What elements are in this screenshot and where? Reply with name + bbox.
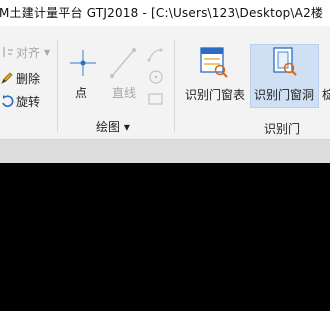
delete-label: 删除 [16,71,41,86]
door-table-icon [200,47,228,78]
drawing-canvas[interactable] [0,163,330,311]
align-icon [0,45,14,59]
arc-button[interactable] [146,46,166,64]
tab-strip [0,140,330,163]
door-hole-icon [273,47,297,76]
separator [57,40,58,132]
rotate-button[interactable]: 旋转 [0,91,40,111]
ribbon-toolbar: 对齐 ▼ 删除 旋转 点 直线 绘图 ▾ 识别门窗表 识别门窗洞 椗 识别门 [0,26,330,140]
rotate-icon [0,94,14,108]
line-label: 直线 [112,86,137,100]
circle-button[interactable] [146,68,166,86]
pencil-icon [0,71,14,85]
door-table-label: 识别门窗表 [185,88,246,102]
identify-door-table-button[interactable]: 识别门窗表 [182,44,248,108]
identify-door-hole-button[interactable]: 识别门窗洞 [251,44,319,108]
chevron-down-icon: ▼ [44,47,51,57]
title-bar: M土建计量平台 GTJ2018 - [C:\Users\123\Desktop\… [0,0,330,26]
rotate-label: 旋转 [16,94,41,109]
align-button[interactable]: 对齐 ▼ [0,42,50,62]
point-label: 点 [75,86,88,100]
line-icon [110,48,136,78]
window-title: M土建计量平台 GTJ2018 - [C:\Users\123\Desktop\… [0,6,324,20]
line-button[interactable]: 直线 [104,44,144,104]
arc-icon [147,48,163,62]
door-hole-label: 识别门窗洞 [254,88,315,102]
point-button[interactable]: 点 [64,44,102,104]
cutoff-button-label[interactable]: 椗 [322,86,330,103]
circle-icon [149,70,163,84]
rectangle-button[interactable] [146,90,166,108]
separator [174,40,175,132]
identify-door-group-label: 识别门 [264,122,301,136]
draw-group-label[interactable]: 绘图 ▾ [96,118,130,135]
delete-button[interactable]: 删除 [0,68,40,88]
point-icon [70,50,96,76]
align-label: 对齐 [16,45,41,60]
rectangle-icon [148,93,163,105]
